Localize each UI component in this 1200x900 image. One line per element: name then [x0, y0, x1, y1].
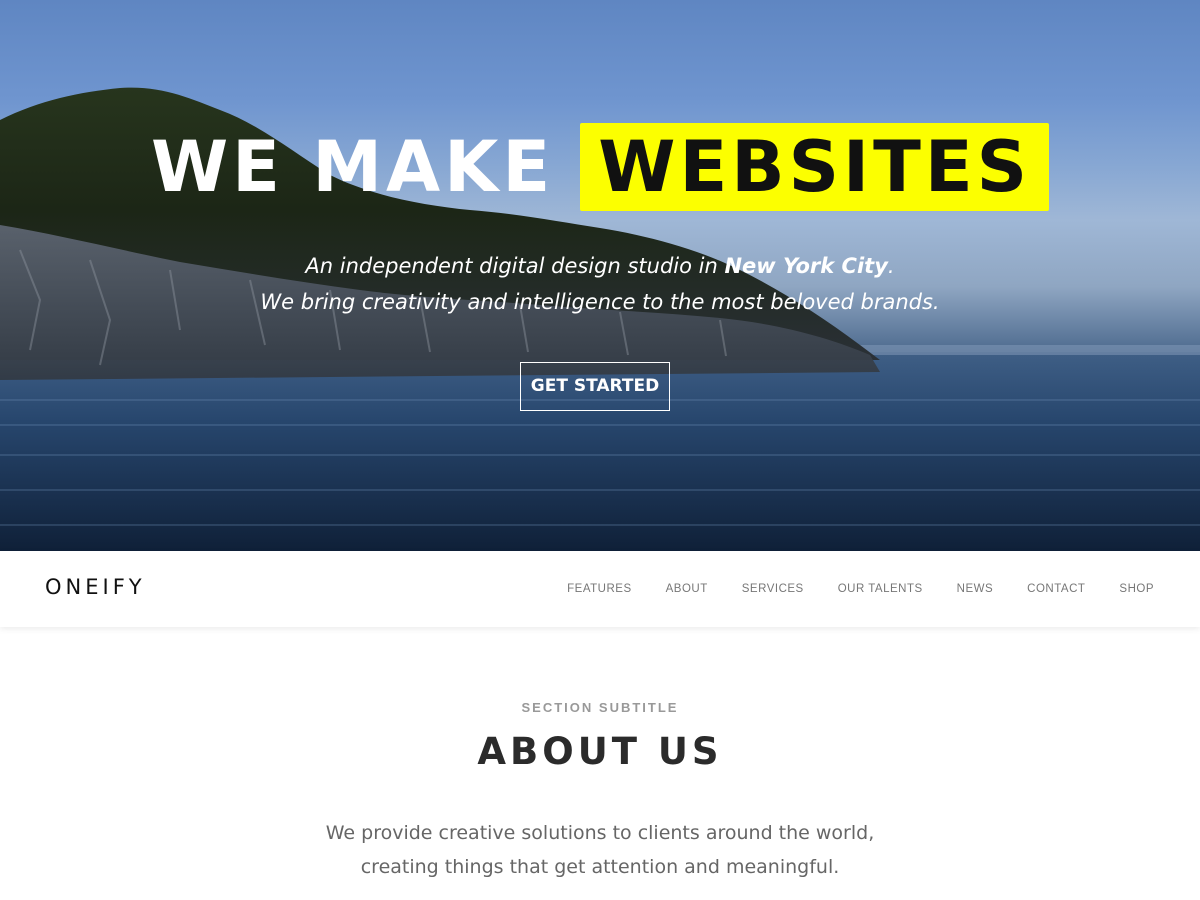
headline-highlight-text: WEBSITES [580, 123, 1050, 211]
nav-item-news[interactable]: NEWS [957, 583, 994, 595]
hero-headline: WE MAKE WEBSITES [0, 122, 1200, 214]
hero-tagline-line1: An independent digital design studio in … [0, 254, 1200, 278]
main-navbar: ONEIFY FEATURES ABOUT SERVICES OUR TALEN… [0, 551, 1200, 627]
nav-menu: FEATURES ABOUT SERVICES OUR TALENTS NEWS… [567, 551, 1154, 627]
site-logo[interactable]: ONEIFY [45, 575, 146, 599]
tagline-city: New York City [724, 254, 888, 278]
nav-item-contact[interactable]: CONTACT [1027, 583, 1085, 595]
nav-item-features[interactable]: FEATURES [567, 583, 632, 595]
about-text-line2: creating things that get attention and m… [360, 856, 840, 878]
tagline-prefix: An independent digital design studio in [305, 254, 725, 278]
nav-item-services[interactable]: SERVICES [742, 583, 804, 595]
tagline-suffix: . [887, 254, 895, 278]
section-title: ABOUT US [477, 730, 723, 773]
headline-white-text: WE MAKE [150, 126, 555, 208]
nav-item-shop[interactable]: SHOP [1119, 583, 1154, 595]
hero-tagline-line2: We bring creativity and intelligence to … [260, 290, 940, 314]
get-started-button[interactable]: GET STARTED [520, 362, 670, 411]
about-text-line1: We provide creative solutions to clients… [325, 822, 875, 844]
section-subtitle: SECTION SUBTITLE [521, 700, 679, 715]
nav-item-about[interactable]: ABOUT [666, 583, 708, 595]
hero-section: WE MAKE WEBSITES An independent digital d… [0, 0, 1200, 551]
nav-item-our-talents[interactable]: OUR TALENTS [838, 583, 923, 595]
